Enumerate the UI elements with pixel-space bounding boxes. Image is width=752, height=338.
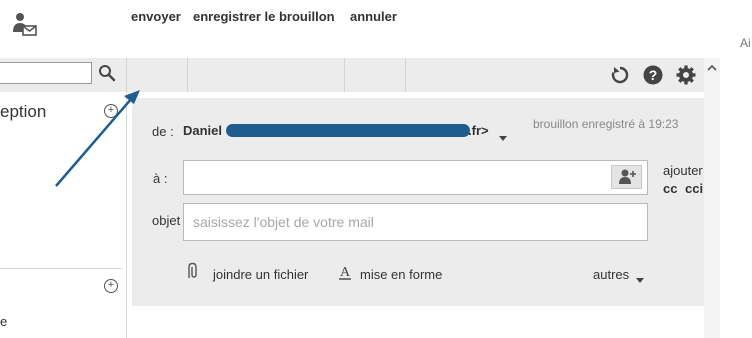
- svg-text:A: A: [340, 265, 351, 280]
- user-mail-icon[interactable]: [12, 12, 38, 38]
- chevron-down-icon[interactable]: [635, 271, 645, 283]
- toolbar-divider: [187, 58, 188, 92]
- subject-label: objet: [152, 213, 181, 228]
- from-dropdown-icon[interactable]: [498, 129, 508, 141]
- sidebar-folder-inbox[interactable]: eption: [0, 102, 46, 122]
- cc-link[interactable]: cc: [663, 181, 677, 196]
- to-label: à :: [153, 171, 168, 186]
- sidebar-section-divider: [0, 268, 122, 269]
- add-recipients-label: ajouter: [663, 163, 703, 178]
- paperclip-icon[interactable]: [186, 262, 202, 280]
- chevron-up-icon[interactable]: [706, 60, 718, 71]
- toolbar-divider: [405, 58, 406, 92]
- format-link[interactable]: mise en forme: [360, 267, 442, 282]
- redaction-bar: [226, 124, 470, 137]
- subject-placeholder: saisissez l'objet de votre mail: [193, 214, 374, 230]
- send-button[interactable]: envoyer: [131, 0, 181, 34]
- from-label: de :: [152, 124, 174, 139]
- refresh-icon[interactable]: [610, 65, 630, 85]
- sidebar-item[interactable]: e: [0, 314, 7, 329]
- search-icon[interactable]: [98, 64, 116, 82]
- from-address-suffix[interactable]: .fr>: [468, 123, 489, 138]
- scrollbar[interactable]: [704, 58, 720, 338]
- attach-file-link[interactable]: joindre un fichier: [213, 267, 308, 282]
- sidebar-divider: [126, 92, 127, 338]
- more-options-link[interactable]: autres: [593, 267, 629, 282]
- to-input[interactable]: [183, 160, 648, 195]
- edge-text: Ai: [740, 36, 751, 50]
- gear-icon[interactable]: [676, 65, 696, 85]
- toolbar-divider: [126, 58, 127, 92]
- bcc-link[interactable]: cci: [685, 181, 703, 196]
- add-folder-icon[interactable]: +: [104, 104, 118, 118]
- text-format-icon[interactable]: A: [338, 264, 352, 281]
- from-name[interactable]: Daniel: [183, 123, 222, 138]
- help-icon[interactable]: ?: [643, 65, 663, 85]
- search-input[interactable]: [0, 62, 92, 84]
- toolbar-divider: [344, 58, 345, 92]
- svg-text:?: ?: [649, 67, 658, 83]
- subject-input[interactable]: saisissez l'objet de votre mail: [183, 203, 648, 241]
- add-contact-button[interactable]: [611, 165, 642, 189]
- draft-status: brouillon enregistré à 19:23: [533, 117, 679, 131]
- cancel-button[interactable]: annuler: [350, 0, 397, 34]
- save-draft-button[interactable]: enregistrer le brouillon: [193, 0, 335, 34]
- add-item-icon[interactable]: +: [104, 279, 118, 293]
